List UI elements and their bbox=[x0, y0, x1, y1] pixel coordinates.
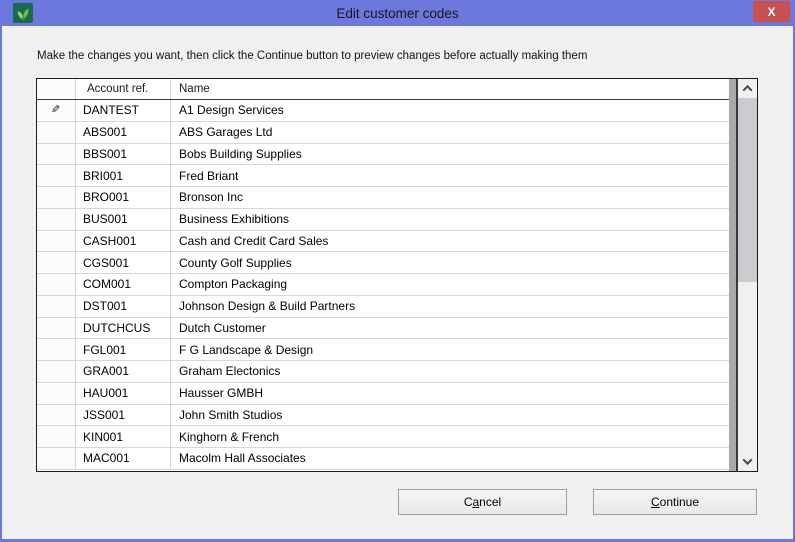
grid-background-filler bbox=[729, 79, 738, 471]
name-cell[interactable]: Cash and Credit Card Sales bbox=[171, 231, 729, 252]
table-row: FGL001 F G Landscape & Design bbox=[37, 339, 730, 361]
name-cell[interactable]: Graham Electonics bbox=[171, 361, 729, 382]
row-header-cell[interactable] bbox=[37, 361, 76, 382]
name-cell[interactable]: County Golf Supplies bbox=[171, 252, 729, 273]
row-header-cell[interactable] bbox=[37, 317, 76, 339]
name-cell[interactable]: Hausser GMBH bbox=[171, 383, 729, 404]
table-row: BUS001 Business Exhibitions bbox=[37, 208, 730, 231]
row-header-cell[interactable] bbox=[37, 230, 76, 252]
name-cell[interactable]: Macolm Hall Associates bbox=[171, 448, 729, 469]
dialog-window: Edit customer codes X Make the changes y… bbox=[0, 0, 795, 542]
table-row: CASH001 Cash and Credit Card Sales bbox=[37, 230, 730, 253]
table-row: KIN001 Kinghorn & French bbox=[37, 426, 730, 448]
table-row: DUTCHCUS Dutch Customer bbox=[37, 317, 730, 340]
name-cell[interactable]: F G Landscape & Design bbox=[171, 339, 729, 360]
table-row: ✎ DANTEST A1 Design Services bbox=[37, 100, 730, 122]
row-header-cell[interactable] bbox=[37, 121, 76, 143]
account-ref-cell[interactable]: JSS001 bbox=[76, 404, 171, 426]
table-row: ABS001 ABS Garages Ltd bbox=[37, 121, 730, 144]
account-ref-cell[interactable]: BBS001 bbox=[76, 143, 171, 165]
scrollbar-thumb[interactable] bbox=[738, 98, 757, 282]
account-ref-cell[interactable]: CGS001 bbox=[76, 252, 171, 273]
account-ref-cell[interactable]: GRA001 bbox=[76, 361, 171, 382]
name-cell[interactable]: Fred Briant bbox=[171, 165, 729, 186]
cancel-button[interactable]: Cancel bbox=[398, 489, 567, 515]
account-ref-cell[interactable]: HAU001 bbox=[76, 382, 171, 404]
name-cell[interactable]: Business Exhibitions bbox=[171, 209, 729, 230]
row-header-cell[interactable] bbox=[37, 208, 76, 230]
grid-header-row: Account ref. Name bbox=[37, 79, 730, 100]
row-header-cell[interactable] bbox=[37, 165, 76, 186]
name-cell[interactable]: Johnson Design & Build Partners bbox=[171, 296, 729, 317]
table-row: BRI001 Fred Briant bbox=[37, 165, 730, 187]
account-ref-cell[interactable]: CASH001 bbox=[76, 230, 171, 252]
table-row: GRA001 Graham Electonics bbox=[37, 361, 730, 383]
table-body: ✎ DANTEST A1 Design Services ABS001 ABS … bbox=[37, 100, 730, 470]
name-cell[interactable]: Bobs Building Supplies bbox=[171, 144, 729, 165]
customer-grid: Account ref. Name ✎ DANTEST A1 Design Se… bbox=[36, 78, 758, 472]
table-row: CGS001 County Golf Supplies bbox=[37, 252, 730, 274]
scroll-down-button[interactable] bbox=[738, 452, 757, 471]
column-header-account-ref[interactable]: Account ref. bbox=[76, 79, 171, 99]
instruction-text: Make the changes you want, then click th… bbox=[37, 50, 588, 62]
row-header-cell[interactable] bbox=[37, 448, 76, 469]
row-header-cell[interactable] bbox=[37, 252, 76, 273]
dialog-content: Make the changes you want, then click th… bbox=[2, 26, 793, 539]
name-cell[interactable]: Dutch Customer bbox=[171, 318, 729, 339]
title-bar[interactable]: Edit customer codes X bbox=[0, 0, 795, 26]
name-cell[interactable]: Compton Packaging bbox=[171, 274, 729, 295]
account-ref-cell[interactable]: BRI001 bbox=[76, 165, 171, 186]
edit-pencil-icon: ✎ bbox=[51, 103, 61, 116]
vertical-scrollbar[interactable] bbox=[737, 79, 757, 471]
window-title: Edit customer codes bbox=[336, 5, 459, 21]
column-header-name[interactable]: Name bbox=[171, 79, 729, 99]
row-header-cell[interactable] bbox=[37, 295, 76, 317]
row-header-cell[interactable] bbox=[37, 143, 76, 165]
grid-corner-header[interactable] bbox=[37, 79, 76, 99]
continue-button[interactable]: Continue bbox=[593, 489, 757, 515]
account-ref-cell[interactable]: BUS001 bbox=[76, 208, 171, 230]
name-cell[interactable]: A1 Design Services bbox=[171, 100, 729, 121]
table-row: BRO001 Bronson Inc bbox=[37, 187, 730, 209]
row-header-cell[interactable] bbox=[37, 339, 76, 360]
cancel-label-post: ncel bbox=[479, 495, 502, 509]
account-ref-cell[interactable]: BRO001 bbox=[76, 187, 171, 208]
name-cell[interactable]: ABS Garages Ltd bbox=[171, 122, 729, 143]
table-row: MAC001 Macolm Hall Associates bbox=[37, 448, 730, 470]
row-header-cell[interactable] bbox=[37, 382, 76, 404]
continue-label-post: ontinue bbox=[659, 495, 700, 509]
table-row: HAU001 Hausser GMBH bbox=[37, 382, 730, 405]
account-ref-cell[interactable]: KIN001 bbox=[76, 426, 171, 447]
scroll-up-button[interactable] bbox=[738, 79, 757, 98]
row-header-cell[interactable] bbox=[37, 426, 76, 447]
chevron-down-icon bbox=[742, 455, 753, 466]
account-ref-cell[interactable]: COM001 bbox=[76, 274, 171, 295]
row-header-cell[interactable] bbox=[37, 274, 76, 295]
account-ref-cell[interactable]: MAC001 bbox=[76, 448, 171, 469]
row-header-cell[interactable] bbox=[37, 404, 76, 426]
account-ref-cell[interactable]: FGL001 bbox=[76, 339, 171, 360]
account-ref-cell[interactable]: DST001 bbox=[76, 295, 171, 317]
name-cell[interactable]: Bronson Inc bbox=[171, 187, 729, 208]
table-row: BBS001 Bobs Building Supplies bbox=[37, 143, 730, 166]
chevron-up-icon bbox=[742, 84, 753, 95]
sage-leaf-icon bbox=[13, 3, 33, 23]
close-button[interactable]: X bbox=[753, 1, 790, 22]
continue-label-accel: C bbox=[650, 495, 660, 509]
row-header-cell[interactable] bbox=[37, 187, 76, 208]
row-header-cell[interactable]: ✎ bbox=[37, 100, 76, 121]
table-row: COM001 Compton Packaging bbox=[37, 274, 730, 296]
account-ref-cell[interactable]: DUTCHCUS bbox=[76, 317, 171, 339]
table-row: JSS001 John Smith Studios bbox=[37, 404, 730, 427]
scrollbar-track[interactable] bbox=[738, 98, 757, 452]
account-ref-cell[interactable]: DANTEST bbox=[76, 100, 171, 121]
close-icon: X bbox=[767, 4, 776, 19]
name-cell[interactable]: Kinghorn & French bbox=[171, 426, 729, 447]
table-row: DST001 Johnson Design & Build Partners bbox=[37, 295, 730, 318]
name-cell[interactable]: John Smith Studios bbox=[171, 405, 729, 426]
account-ref-cell[interactable]: ABS001 bbox=[76, 121, 171, 143]
